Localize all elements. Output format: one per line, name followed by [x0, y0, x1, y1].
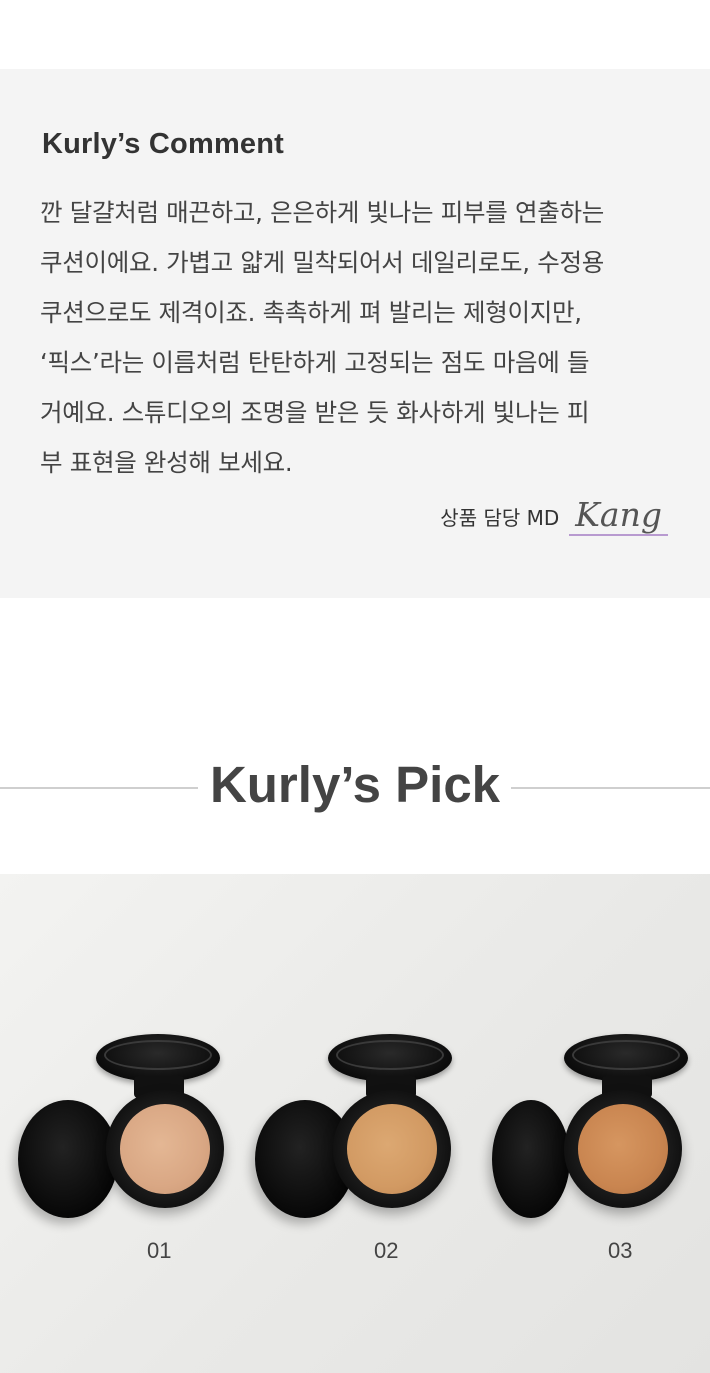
compact-lid — [96, 1034, 220, 1082]
compact-base — [333, 1090, 451, 1208]
signature-name: Kang — [569, 498, 668, 536]
puff-case — [492, 1100, 570, 1218]
cushion-compact-02 — [255, 1034, 465, 1254]
signature-label: 상품 담당 MD — [440, 506, 560, 530]
comment-line: 거예요. 스튜디오의 조명을 받은 듯 화사하게 빛나는 피 — [40, 398, 590, 427]
md-signature: 상품 담당 MD Kang — [440, 498, 668, 536]
cushion-compact-01 — [18, 1034, 228, 1254]
shade-label-03: 03 — [608, 1238, 633, 1263]
comment-line: 쿠션으로도 제격이죠. 촉촉하게 펴 발리는 제형이지만, — [40, 298, 582, 327]
comment-line: 부 표현을 완성해 보세요. — [40, 448, 293, 477]
comment-body: 깐 달걀처럼 매끈하고, 은은하게 빛나는 피부를 연출하는 쿠션이에요. 가볍… — [40, 188, 680, 488]
cushion-pad — [347, 1104, 437, 1194]
compact-base — [564, 1090, 682, 1208]
compact-lid — [328, 1034, 452, 1082]
comment-title: Kurly’s Comment — [42, 128, 285, 160]
shade-label-02: 02 — [374, 1238, 399, 1263]
cushion-compact-03 — [492, 1034, 702, 1254]
cushion-pad — [578, 1104, 668, 1194]
puff-case — [18, 1100, 118, 1218]
pick-title: Kurly’s Pick — [209, 756, 501, 813]
cushion-pad — [120, 1104, 210, 1194]
comment-line: ‘픽스’라는 이름처럼 탄탄하게 고정되는 점도 마음에 들 — [40, 348, 590, 377]
comment-line: 쿠션이에요. 가볍고 얇게 밀착되어서 데일리로도, 수정용 — [40, 248, 604, 277]
product-photo: 01 02 03 — [0, 874, 710, 1373]
shade-label-01: 01 — [147, 1238, 172, 1263]
comment-line: 깐 달걀처럼 매끈하고, 은은하게 빛나는 피부를 연출하는 — [40, 198, 604, 227]
compact-lid — [564, 1034, 688, 1082]
compact-base — [106, 1090, 224, 1208]
